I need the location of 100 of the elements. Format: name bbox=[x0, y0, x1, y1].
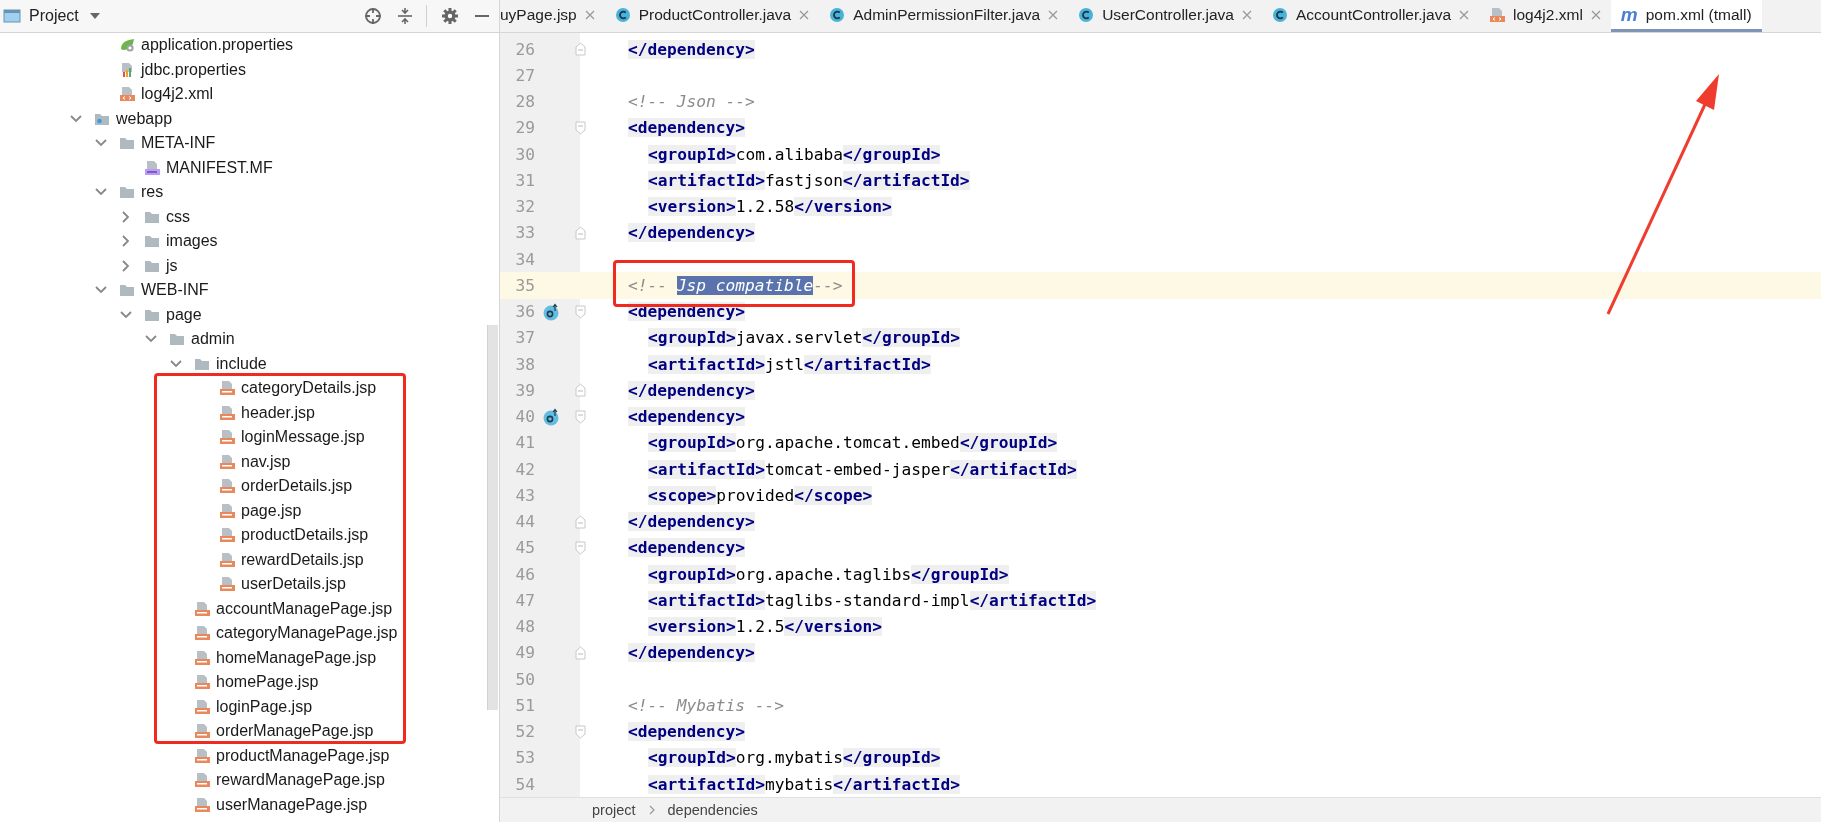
tab-label[interactable]: AdminPermissionFilter.java bbox=[853, 5, 1041, 24]
jsp-file-icon bbox=[219, 380, 235, 397]
tree-item-label[interactable]: rewardManagePage.jsp bbox=[216, 771, 385, 790]
tree-item-label[interactable]: res bbox=[141, 183, 164, 202]
dropdown-caret-icon[interactable] bbox=[88, 12, 101, 20]
tree-item-label[interactable]: MANIFEST.MF bbox=[166, 158, 273, 177]
line-number: 32 bbox=[514, 197, 535, 217]
jsp-file-icon bbox=[219, 404, 235, 421]
tree-item-label[interactable]: admin bbox=[191, 330, 235, 349]
window-icon bbox=[3, 8, 21, 24]
tree-item-label[interactable]: orderDetails.jsp bbox=[241, 477, 353, 496]
tree-item-label[interactable]: loginPage.jsp bbox=[216, 697, 313, 716]
jsp-file-icon bbox=[194, 649, 210, 666]
close-icon[interactable] bbox=[1241, 9, 1252, 20]
chevron-right-icon bbox=[647, 805, 656, 815]
tree-item-label[interactable]: userManagePage.jsp bbox=[216, 795, 368, 814]
jsp-file-icon bbox=[194, 698, 210, 715]
file-chart-icon bbox=[119, 61, 135, 78]
line-number: 26 bbox=[514, 39, 535, 59]
tree-item-label[interactable]: images bbox=[166, 232, 218, 251]
xml-file-icon bbox=[119, 86, 135, 103]
close-icon[interactable] bbox=[1590, 9, 1601, 20]
tree-item-label[interactable]: homePage.jsp bbox=[216, 673, 319, 692]
settings-icon[interactable] bbox=[441, 7, 459, 25]
editor-tab[interactable]: log4j2.xml bbox=[1479, 0, 1611, 32]
line-number: 39 bbox=[514, 380, 535, 400]
line-number: 47 bbox=[514, 590, 535, 610]
tree-item-label[interactable]: webapp bbox=[116, 109, 173, 128]
code-line: <!-- Mybatis --> bbox=[627, 695, 785, 715]
tab-label[interactable]: ProductController.java bbox=[638, 5, 792, 24]
tree-item-label[interactable]: productDetails.jsp bbox=[241, 526, 369, 545]
line-number: 35 bbox=[514, 275, 535, 295]
tree-item-label[interactable]: js bbox=[166, 256, 178, 275]
jsp-file-icon bbox=[219, 502, 235, 519]
editor-tab[interactable]: ProductController.java bbox=[604, 0, 820, 32]
jsp-file-icon bbox=[219, 429, 235, 446]
panel-title[interactable]: Project bbox=[29, 7, 79, 25]
close-icon[interactable] bbox=[799, 9, 810, 20]
locate-icon[interactable] bbox=[364, 7, 382, 25]
tree-item-label[interactable]: log4j2.xml bbox=[141, 85, 214, 104]
tree-item-label[interactable]: orderManagePage.jsp bbox=[216, 722, 374, 741]
folder-icon bbox=[119, 184, 135, 201]
tree-item-label[interactable]: include bbox=[216, 354, 267, 373]
tree-item-label[interactable]: rewardDetails.jsp bbox=[241, 550, 364, 569]
tree-item-label[interactable]: WEB-INF bbox=[141, 281, 209, 300]
tree-item-label[interactable]: userDetails.jsp bbox=[241, 575, 346, 594]
tree-item-label[interactable]: css bbox=[166, 207, 190, 226]
code-line: <artifactId>mybatis</artifactId> bbox=[647, 774, 961, 794]
tree-item-label[interactable]: header.jsp bbox=[241, 403, 315, 422]
breadcrumb-item[interactable]: dependencies bbox=[667, 802, 758, 818]
tree-item-label[interactable]: categoryDetails.jsp bbox=[241, 379, 377, 398]
tree-item-label[interactable]: productManagePage.jsp bbox=[216, 746, 390, 765]
tree-item-label[interactable]: loginMessage.jsp bbox=[241, 428, 365, 447]
tree-item-label[interactable]: jdbc.properties bbox=[141, 60, 246, 79]
line-number: 53 bbox=[514, 748, 535, 768]
line-number: 31 bbox=[514, 170, 535, 190]
tree-item-label[interactable]: categoryManagePage.jsp bbox=[216, 624, 398, 643]
jsp-file-icon bbox=[194, 796, 210, 813]
code-line: <scope>provided</scope> bbox=[647, 485, 874, 505]
class-icon bbox=[829, 6, 846, 23]
leaf-gear-icon bbox=[119, 37, 135, 54]
class-icon bbox=[1078, 6, 1095, 23]
close-icon[interactable] bbox=[1048, 9, 1059, 20]
editor-tab[interactable]: uyPage.jsp bbox=[500, 0, 605, 32]
tree-item-label[interactable]: page.jsp bbox=[241, 501, 302, 520]
code-line: <groupId>org.apache.tomcat.embed</groupId> bbox=[647, 433, 1059, 453]
override-icon[interactable] bbox=[542, 302, 560, 321]
tree-item-label[interactable]: accountManagePage.jsp bbox=[216, 599, 393, 618]
tree-item-label[interactable]: page bbox=[166, 305, 202, 324]
tree-item-label[interactable]: homeManagePage.jsp bbox=[216, 648, 377, 667]
code-line: <groupId>javax.servlet</groupId> bbox=[647, 328, 961, 348]
close-icon[interactable] bbox=[1459, 9, 1470, 20]
scrollbar[interactable] bbox=[487, 325, 498, 710]
breadcrumb-item[interactable]: project bbox=[592, 802, 636, 818]
code-line: <artifactId>fastjson</artifactId> bbox=[647, 170, 971, 190]
line-number: 50 bbox=[514, 669, 535, 689]
line-number: 51 bbox=[514, 695, 535, 715]
tab-label[interactable]: log4j2.xml bbox=[1513, 5, 1583, 24]
tree-item-label[interactable]: META-INF bbox=[141, 134, 216, 153]
tab-label[interactable]: AccountController.java bbox=[1295, 5, 1452, 24]
editor-tab[interactable]: AccountController.java bbox=[1261, 0, 1480, 32]
editor-tab[interactable]: UserController.java bbox=[1068, 0, 1262, 32]
class-icon bbox=[1271, 6, 1288, 23]
tab-label[interactable]: UserController.java bbox=[1102, 5, 1234, 24]
jsp-file-icon bbox=[194, 625, 210, 642]
collapse-icon[interactable] bbox=[396, 7, 414, 25]
tab-label[interactable]: pom.xml (tmall) bbox=[1645, 5, 1752, 24]
editor-tab[interactable]: AdminPermissionFilter.java bbox=[819, 0, 1069, 32]
line-number: 27 bbox=[514, 65, 535, 85]
line-number: 34 bbox=[514, 249, 535, 269]
class-icon bbox=[614, 6, 631, 23]
tree-item-label[interactable]: application.properties bbox=[141, 36, 294, 55]
jsp-file-icon bbox=[194, 600, 210, 617]
close-icon[interactable] bbox=[584, 9, 595, 20]
jsp-file-icon bbox=[219, 576, 235, 593]
code-line: <artifactId>tomcat-embed-jasper</artifactId> bbox=[647, 459, 1078, 479]
tab-label[interactable]: uyPage.jsp bbox=[500, 5, 577, 24]
tree-item-label[interactable]: nav.jsp bbox=[241, 452, 291, 471]
editor-tab[interactable]: m pom.xml (tmall) bbox=[1610, 0, 1762, 32]
override-icon[interactable] bbox=[542, 407, 560, 426]
